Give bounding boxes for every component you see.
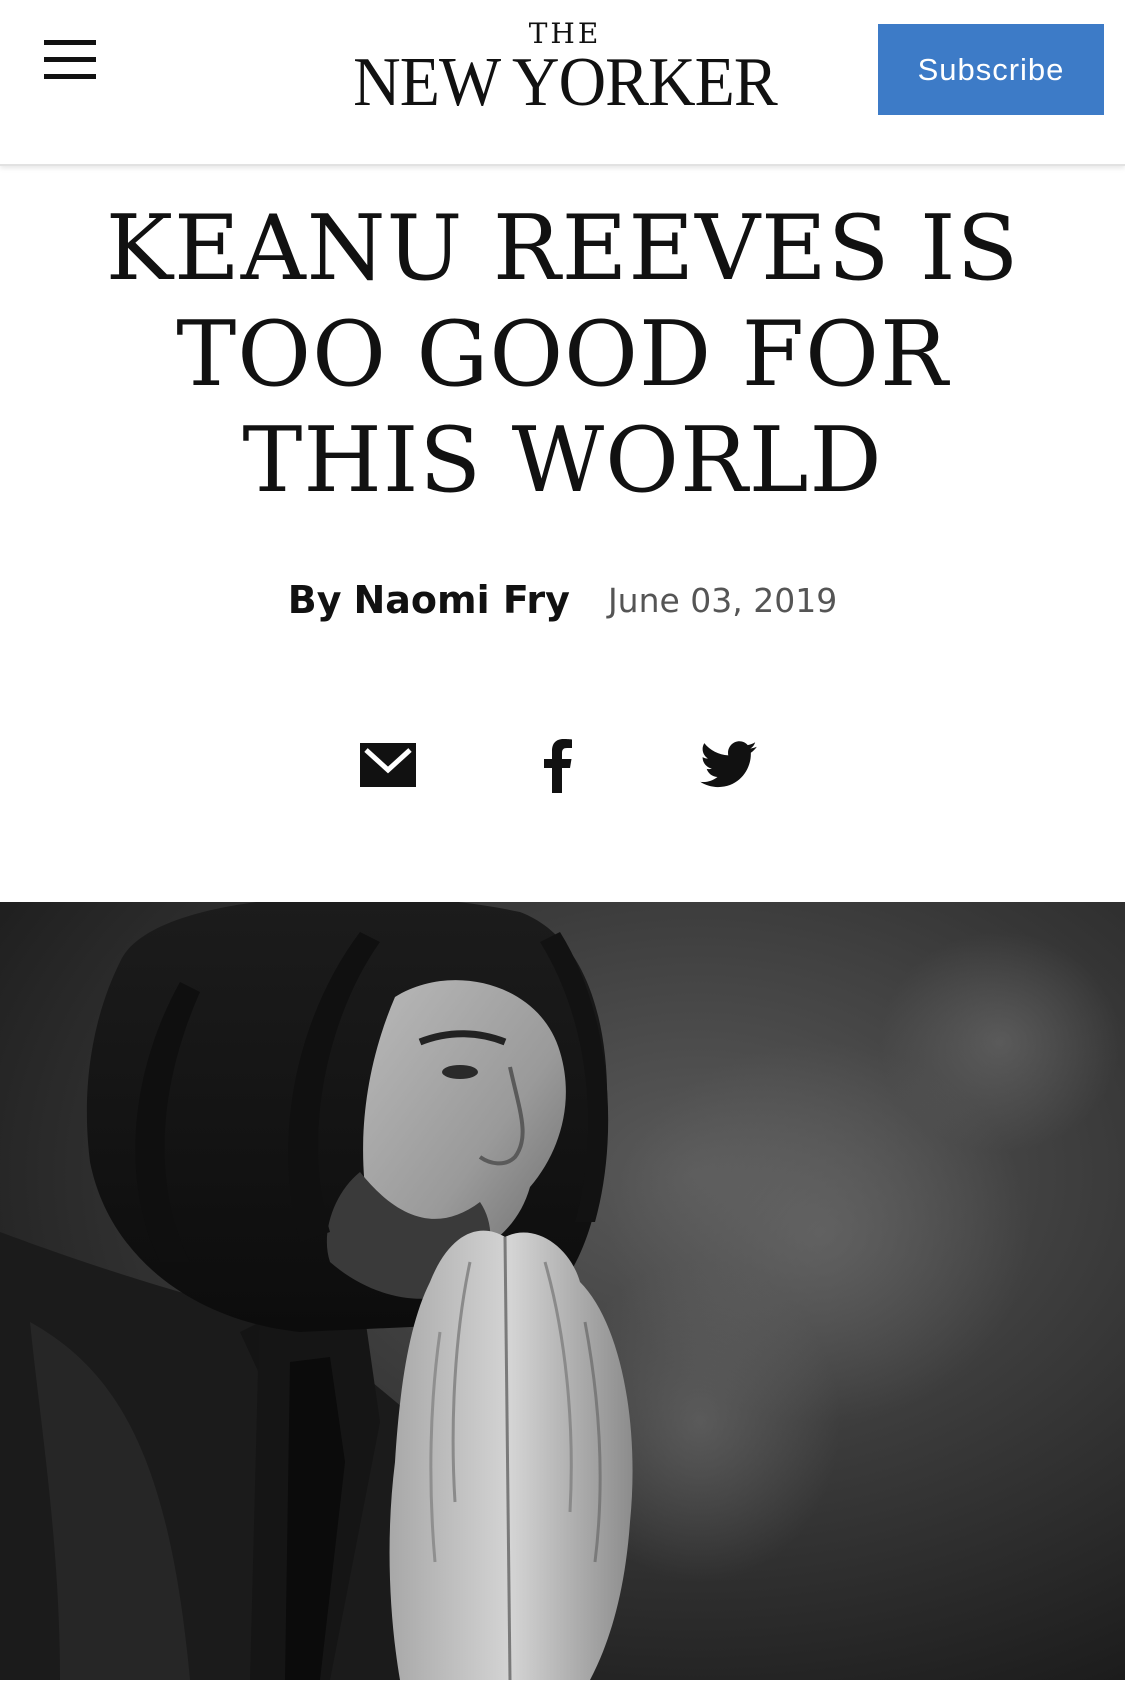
- byline-row: By Naomi Fry June 03, 2019: [0, 572, 1125, 628]
- hero-image: [0, 902, 1125, 1680]
- facebook-icon[interactable]: [523, 730, 593, 800]
- publish-date: June 03, 2019: [607, 580, 838, 620]
- menu-bar: [44, 40, 96, 45]
- site-header: THE NEW YORKER Subscribe: [0, 0, 1125, 166]
- article-headline: KEANU REEVES IS TOO GOOD FOR THIS WORLD: [60, 196, 1065, 514]
- byline-prefix: By: [287, 578, 342, 622]
- headline-line: KEANU REEVES IS: [105, 196, 1020, 301]
- subscribe-button[interactable]: Subscribe: [878, 24, 1104, 115]
- logo-name: NEW YORKER: [353, 44, 778, 121]
- headline-line: THIS WORLD: [242, 408, 883, 513]
- twitter-icon[interactable]: [694, 730, 764, 800]
- headline-line: TOO GOOD FOR: [176, 302, 949, 407]
- share-bar: [0, 730, 1125, 800]
- hero-photo: [0, 902, 1125, 1680]
- author-link[interactable]: Naomi Fry: [353, 578, 569, 622]
- menu-bar: [44, 74, 96, 79]
- byline: By Naomi Fry: [288, 578, 570, 622]
- hamburger-menu-icon[interactable]: [40, 34, 100, 86]
- new-yorker-logo[interactable]: THE NEW YORKER: [330, 18, 800, 123]
- email-icon[interactable]: [353, 730, 423, 800]
- menu-bar: [44, 57, 96, 62]
